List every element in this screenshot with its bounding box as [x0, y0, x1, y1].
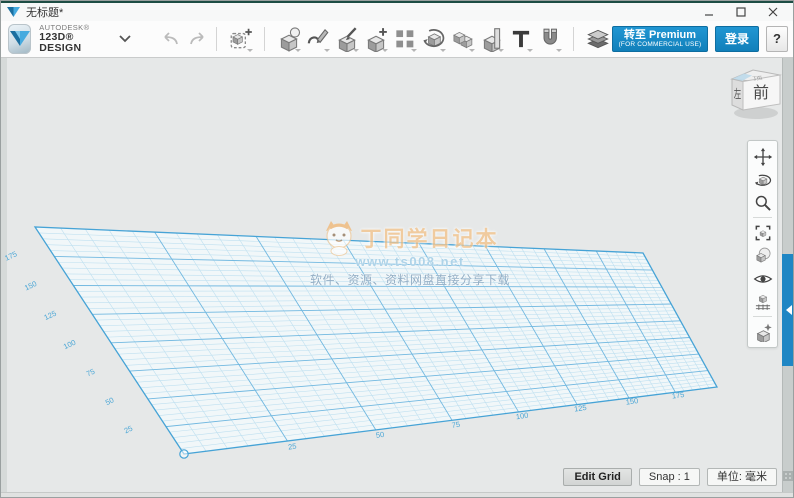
- svg-text:175: 175: [3, 249, 18, 262]
- toolbar-separator: [264, 27, 265, 51]
- toolbar-separator: [573, 27, 574, 51]
- grid-canvas[interactable]: 25 25 50 50 75 75 100 100 125 125 150 150 175 175: [1, 58, 794, 498]
- viewport-3d[interactable]: 25 25 50 50 75 75 100 100 125 125 150 150 175 175: [1, 58, 794, 498]
- viewcube-left-label[interactable]: 左: [734, 86, 741, 102]
- minimize-button[interactable]: [693, 3, 725, 21]
- sketch-icon[interactable]: [305, 24, 331, 54]
- orbit-icon[interactable]: [749, 168, 776, 191]
- zoom-icon[interactable]: [749, 191, 776, 214]
- bottom-edge-strip: [1, 492, 793, 497]
- construct-icon[interactable]: [334, 24, 360, 54]
- svg-text:50: 50: [104, 395, 115, 407]
- svg-text:150: 150: [625, 396, 639, 407]
- pan-icon[interactable]: [749, 145, 776, 168]
- undo-button[interactable]: [161, 32, 179, 46]
- chevron-down-icon[interactable]: [119, 35, 131, 43]
- svg-text:25: 25: [287, 442, 297, 452]
- view-cube[interactable]: 前 左 顶: [723, 60, 787, 124]
- svg-text:25: 25: [123, 424, 134, 436]
- statusbar: Edit Grid Snap : 1 单位: 毫米: [563, 468, 777, 486]
- collapse-arrow-icon: [785, 305, 792, 315]
- go-premium-button[interactable]: 转至 Premium (FOR COMMERCIAL USE): [612, 26, 708, 52]
- window-title: 无标题*: [26, 7, 64, 19]
- navigation-panel: [747, 140, 778, 348]
- import-part-icon[interactable]: [228, 24, 254, 54]
- login-button[interactable]: 登录: [715, 26, 759, 52]
- close-button[interactable]: [757, 3, 789, 21]
- maximize-button[interactable]: [725, 3, 757, 21]
- snap-icon[interactable]: [537, 24, 563, 54]
- show-grid-icon[interactable]: [749, 290, 776, 313]
- svg-text:75: 75: [85, 367, 96, 379]
- svg-text:150: 150: [23, 279, 38, 292]
- premium-sublabel: (FOR COMMERCIAL USE): [618, 41, 702, 49]
- panel-separator: [753, 316, 772, 317]
- svg-text:50: 50: [375, 430, 385, 440]
- fit-view-icon[interactable]: [749, 221, 776, 244]
- titlebar: 无标题*: [1, 1, 793, 21]
- collapsed-panel-tab[interactable]: [782, 254, 793, 366]
- edit-grid-button[interactable]: Edit Grid: [563, 468, 632, 486]
- svg-text:125: 125: [574, 403, 588, 414]
- panel-separator: [753, 217, 772, 218]
- app-logo-small-icon: [7, 6, 20, 18]
- units-field[interactable]: 单位: 毫米: [706, 468, 777, 486]
- primitives-icon[interactable]: [276, 24, 302, 54]
- app-window: 无标题* AUTODESK® 123D® DESIGN 转至 Premium (…: [0, 0, 794, 498]
- brand-text: AUTODESK® 123D® DESIGN: [39, 24, 101, 54]
- measure-icon[interactable]: [479, 24, 505, 54]
- grouping-icon[interactable]: [421, 24, 447, 54]
- combine-icon[interactable]: [450, 24, 476, 54]
- svg-text:100: 100: [515, 411, 529, 422]
- resize-grip-icon[interactable]: [783, 471, 793, 481]
- snap-field[interactable]: Snap : 1: [638, 468, 700, 486]
- app-menu[interactable]: AUTODESK® 123D® DESIGN: [8, 24, 131, 54]
- brand-line2: 123D® DESIGN: [39, 30, 82, 54]
- modify-icon[interactable]: [363, 24, 389, 54]
- main-toolbar: AUTODESK® 123D® DESIGN 转至 Premium (FOR C…: [1, 21, 793, 58]
- render-settings-icon[interactable]: [749, 320, 776, 343]
- help-button[interactable]: ?: [766, 26, 788, 52]
- premium-label: 转至 Premium: [623, 29, 697, 42]
- toolbar-separator: [216, 27, 217, 51]
- svg-text:100: 100: [62, 338, 77, 351]
- visibility-eye-icon[interactable]: [749, 267, 776, 290]
- view-style-icon[interactable]: [749, 244, 776, 267]
- material-icon[interactable]: [585, 24, 611, 54]
- svg-text:125: 125: [43, 309, 58, 322]
- viewcube-top-label[interactable]: 顶: [752, 75, 764, 81]
- redo-button[interactable]: [189, 32, 207, 46]
- viewcube-front-label[interactable]: 前: [753, 84, 769, 102]
- svg-text:75: 75: [451, 420, 461, 430]
- pattern-icon[interactable]: [392, 24, 418, 54]
- app-logo-icon: [8, 24, 32, 54]
- svg-text:175: 175: [671, 390, 685, 401]
- text-tool-icon[interactable]: [508, 24, 534, 54]
